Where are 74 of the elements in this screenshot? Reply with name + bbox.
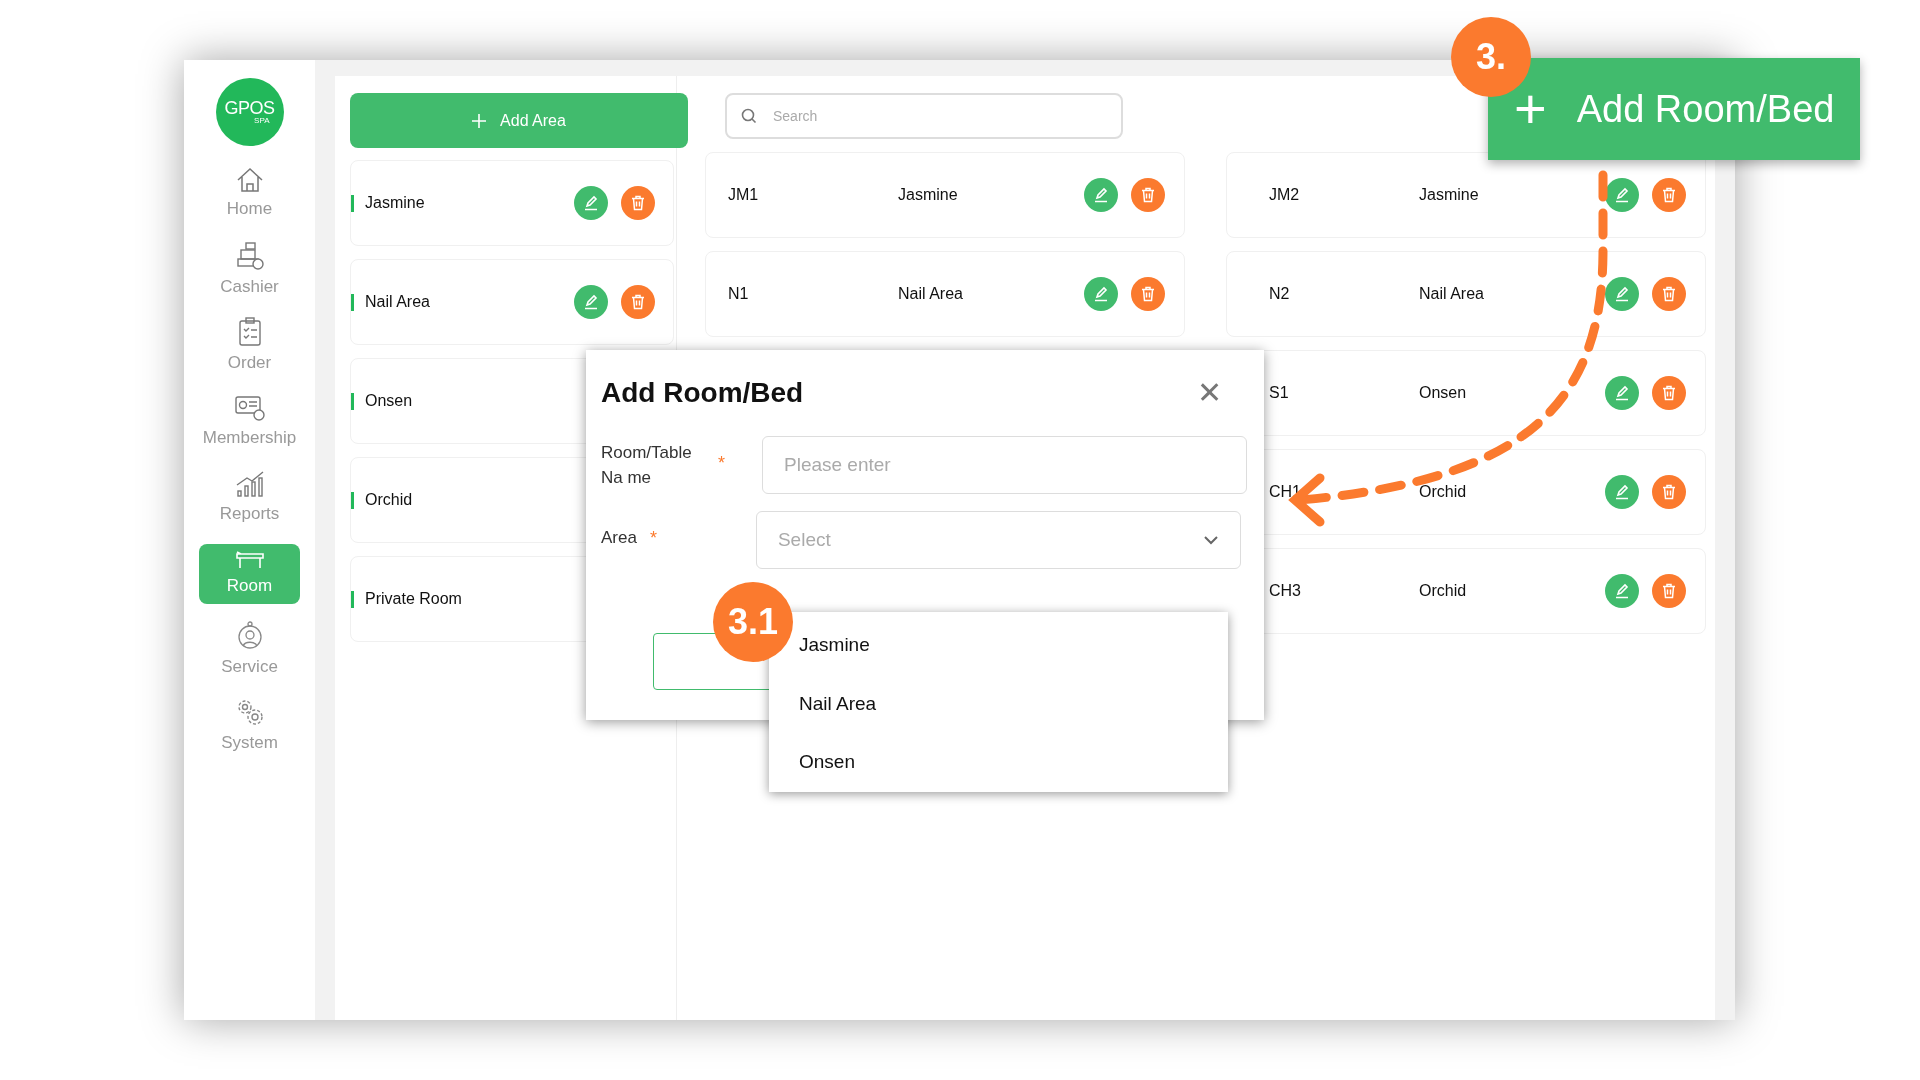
pencil-icon [1614, 583, 1630, 599]
trash-icon [631, 294, 645, 310]
room-area: Orchid [1419, 480, 1605, 504]
edit-button[interactable] [1084, 277, 1118, 311]
room-name-input[interactable]: Please enter [762, 436, 1247, 494]
room-area: Jasmine [1419, 183, 1605, 207]
edit-button[interactable] [1605, 178, 1639, 212]
area-name: Onsen [365, 391, 413, 411]
member-card-icon [233, 393, 266, 422]
room-code: JM2 [1269, 185, 1301, 205]
area-name: Nail Area [365, 292, 430, 312]
edit-button[interactable] [1605, 277, 1639, 311]
required-mark: * [718, 452, 726, 475]
room-area: Nail Area [1419, 282, 1605, 306]
delete-button[interactable] [1131, 178, 1165, 212]
trash-icon [1662, 286, 1676, 302]
dropdown-option[interactable]: Onsen [769, 733, 1228, 792]
trash-icon [1662, 385, 1676, 401]
room-code: N1 [728, 284, 750, 304]
area-name: Private Room [365, 589, 462, 609]
search-icon [741, 108, 757, 124]
pencil-icon [1614, 286, 1630, 302]
area-name: Orchid [365, 490, 413, 510]
room-card[interactable]: N2 Nail Area [1226, 251, 1706, 337]
dropdown-option[interactable]: Nail Area [769, 674, 1228, 734]
edit-button[interactable] [574, 186, 608, 220]
edit-button[interactable] [574, 285, 608, 319]
room-area: Jasmine [898, 183, 1084, 207]
trash-icon [1141, 286, 1155, 302]
delete-button[interactable] [1652, 277, 1686, 311]
delete-button[interactable] [621, 186, 655, 220]
delete-button[interactable] [1652, 574, 1686, 608]
pencil-icon [1093, 187, 1109, 203]
home-icon [235, 166, 264, 193]
room-code: CH3 [1269, 581, 1302, 601]
room-code: N2 [1269, 284, 1291, 304]
trash-icon [1141, 187, 1155, 203]
pencil-icon [1614, 187, 1630, 203]
edit-button[interactable] [1605, 376, 1639, 410]
room-card[interactable]: JM1 Jasmine [705, 152, 1185, 238]
trash-icon [1662, 484, 1676, 500]
logo: GPOS SPA [215, 78, 284, 146]
room-code: JM1 [728, 185, 760, 205]
chart-icon [234, 469, 265, 498]
trash-icon [1662, 583, 1676, 599]
trash-icon [1662, 187, 1676, 203]
delete-button[interactable] [1652, 178, 1686, 212]
area-card[interactable]: Nail Area [350, 259, 674, 345]
area-name: Jasmine [365, 193, 425, 213]
delete-button[interactable] [621, 285, 655, 319]
edit-button[interactable] [1605, 475, 1639, 509]
room-card[interactable]: N1 Nail Area [705, 251, 1185, 337]
edit-button[interactable] [1084, 178, 1118, 212]
delete-button[interactable] [1652, 376, 1686, 410]
pencil-icon [583, 294, 599, 310]
trash-icon [631, 195, 645, 211]
close-button[interactable]: ✕ [1197, 378, 1222, 408]
room-area: Nail Area [898, 282, 1084, 306]
search-field[interactable]: Search [725, 93, 1123, 139]
chevron-down-icon [1202, 535, 1219, 545]
room-code: S1 [1269, 383, 1290, 403]
delete-button[interactable] [1652, 475, 1686, 509]
clipboard-icon [237, 316, 262, 347]
room-area: Orchid [1419, 579, 1605, 603]
pencil-icon [1614, 484, 1630, 500]
pencil-icon [583, 195, 599, 211]
room-area: Onsen [1419, 381, 1605, 405]
edit-button[interactable] [1605, 574, 1639, 608]
plus-icon [472, 113, 487, 128]
bed-icon [234, 549, 265, 570]
area-card[interactable]: Jasmine [350, 160, 674, 246]
pencil-icon [1614, 385, 1630, 401]
delete-button[interactable] [1131, 277, 1165, 311]
pencil-icon [1093, 286, 1109, 302]
